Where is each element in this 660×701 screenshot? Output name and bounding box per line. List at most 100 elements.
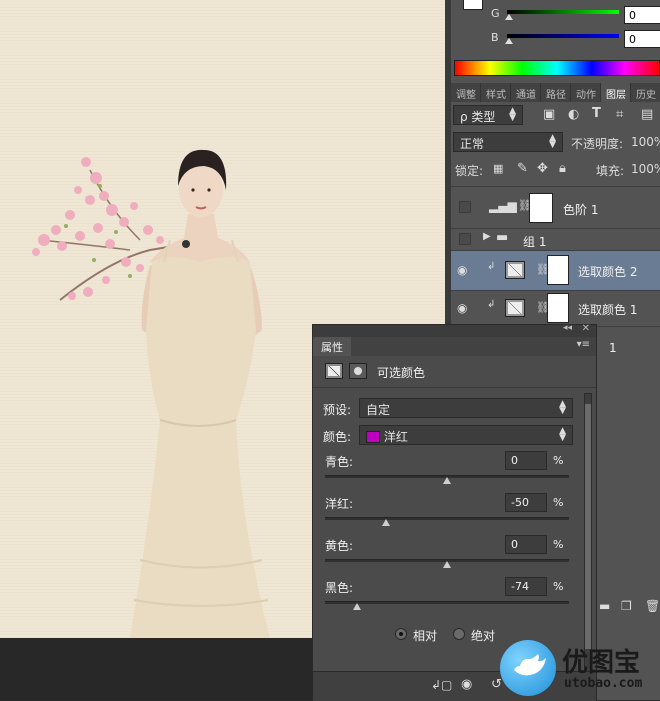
g-slider[interactable]: [507, 10, 619, 14]
percent-unit: %: [553, 454, 564, 467]
adjustment-type-icon: [325, 363, 343, 379]
dropdown-arrows-icon: ▲ ▼: [559, 399, 566, 416]
slider-label: 洋红:: [325, 497, 354, 511]
layer-filter-row: ρ 类型 ▲ ▼ ▣ ◐ T ⌗ ▤: [451, 104, 660, 128]
g-slider-thumb[interactable]: [505, 14, 513, 20]
panel-menu-icon[interactable]: ▾≡: [577, 339, 590, 350]
slider-value-input[interactable]: -50: [505, 493, 547, 512]
layer-selective-color-2[interactable]: ◉ ↲ ⛓ 选取颜色 2: [451, 250, 660, 290]
lock-label: 锁定:: [455, 164, 484, 178]
folder-icon: ▬: [496, 230, 509, 245]
eye-icon[interactable]: ◉: [457, 263, 467, 277]
lock-row: 锁定: ▦ ✎ ✥ 🔒︎ 填充: 100%: [451, 158, 660, 182]
slider-value-input[interactable]: 0: [505, 535, 547, 554]
slider-thumb[interactable]: [352, 603, 361, 610]
b-slider-thumb[interactable]: [505, 38, 513, 44]
preset-label: 预设:: [323, 403, 352, 417]
slider-track[interactable]: [325, 601, 569, 604]
eye-icon[interactable]: ◉: [457, 301, 467, 315]
slider-label: 黑色:: [325, 581, 354, 595]
layer-name[interactable]: 1: [609, 341, 617, 355]
smart-object-filter-icon[interactable]: ▤: [641, 107, 653, 122]
color-spectrum-ramp[interactable]: [454, 60, 660, 76]
tab-paths[interactable]: 路径: [541, 83, 571, 102]
visibility-toggle[interactable]: [459, 233, 471, 245]
tab-adjustments[interactable]: 调整: [451, 83, 481, 102]
preset-value: 自定: [366, 403, 391, 417]
layer-selective-color-1[interactable]: ◉ ↲ ⛓ 选取颜色 1: [451, 290, 660, 326]
slider-value-input[interactable]: 0: [505, 451, 547, 470]
clipping-arrow-icon: ↲: [487, 299, 496, 310]
clip-to-layer-icon[interactable]: ↲▢: [431, 678, 452, 692]
dropdown-arrows-icon: ▲ ▼: [549, 133, 556, 150]
preset-dropdown[interactable]: 自定 ▲ ▼: [359, 398, 573, 418]
collapse-icon[interactable]: ◂◂: [563, 323, 572, 333]
tab-channels[interactable]: 通道: [511, 83, 541, 102]
slider-thumb[interactable]: [443, 561, 451, 568]
dropdown-arrows-icon: ▲ ▼: [559, 426, 566, 443]
type-filter-icon[interactable]: T: [592, 106, 601, 121]
pixel-filter-icon[interactable]: ▣: [543, 107, 555, 122]
percent-unit: %: [553, 496, 564, 509]
new-group-icon[interactable]: ▬: [599, 599, 610, 613]
lock-transparent-icon[interactable]: ▦: [493, 162, 503, 175]
slider-label: 黄色:: [325, 539, 354, 553]
layer-name[interactable]: 选取颜色 2: [578, 263, 637, 280]
tab-properties[interactable]: 属性: [313, 337, 351, 356]
radio-absolute-label[interactable]: 绝对: [471, 627, 495, 644]
expand-arrow-icon[interactable]: ▶: [483, 231, 491, 242]
shape-filter-icon[interactable]: ⌗: [616, 107, 623, 122]
adjustment-filter-icon[interactable]: ◐: [568, 107, 579, 122]
properties-titlebar[interactable]: ◂◂ ✕: [313, 323, 596, 337]
blend-row: 正常 ▲▼ 不透明度: 100%: [451, 130, 660, 154]
slider-thumb[interactable]: [382, 519, 390, 526]
color-dropdown[interactable]: 洋红 ▲ ▼: [359, 425, 573, 445]
dropdown-arrows-icon: ▲ ▼: [509, 106, 516, 123]
blend-mode-dropdown[interactable]: 正常 ▲ ▼: [453, 132, 563, 152]
layer-name[interactable]: 色阶 1: [563, 201, 598, 218]
trash-icon[interactable]: 🗑︎: [645, 599, 660, 613]
radio-relative[interactable]: [395, 628, 407, 640]
tab-actions[interactable]: 动作: [571, 83, 601, 102]
radio-relative-label[interactable]: 相对: [413, 627, 437, 644]
filter-kind-dropdown[interactable]: ρ 类型 ▲ ▼: [453, 105, 523, 125]
opacity-value[interactable]: 100%: [631, 135, 660, 149]
levels-icon: ▂▄▆: [489, 199, 517, 213]
bird-logo-icon: [500, 640, 556, 696]
watermark: 优图宝 utobao.com: [498, 640, 658, 698]
new-layer-icon[interactable]: ❐: [621, 599, 632, 613]
lock-paint-icon[interactable]: ✎: [517, 161, 528, 176]
tab-layers[interactable]: 图层: [601, 83, 631, 102]
layer-mask-thumbnail[interactable]: [547, 293, 569, 323]
selective-color-icon: [505, 299, 525, 317]
layer-levels-1[interactable]: ▂▄▆ ⛓ 色阶 1: [451, 186, 660, 228]
scrollbar-thumb[interactable]: [585, 404, 591, 649]
radio-absolute[interactable]: [453, 628, 465, 640]
b-value-field[interactable]: 0: [624, 30, 660, 48]
fill-value[interactable]: 100%: [631, 162, 660, 176]
foreground-swatch[interactable]: [463, 0, 483, 10]
lock-position-icon[interactable]: ✥: [537, 161, 548, 176]
color-panel: G 0 B 0: [451, 0, 660, 80]
lock-all-icon[interactable]: 🔒︎: [559, 161, 566, 176]
slider-track[interactable]: [325, 517, 569, 520]
slider-value-input[interactable]: -74: [505, 577, 547, 596]
divider: [313, 387, 596, 388]
color-label: 颜色:: [323, 430, 352, 444]
layer-group-1[interactable]: ▶ ▬ 组 1: [451, 228, 660, 250]
g-value-field[interactable]: 0: [624, 6, 660, 24]
layer-name[interactable]: 组 1: [523, 233, 546, 250]
layer-name[interactable]: 选取颜色 1: [578, 301, 637, 318]
close-icon[interactable]: ✕: [582, 323, 590, 334]
clipping-arrow-icon: ↲: [487, 261, 496, 272]
tab-history[interactable]: 历史: [631, 83, 660, 102]
mask-icon[interactable]: [349, 363, 367, 379]
layer-mask-thumbnail[interactable]: [547, 255, 569, 285]
color-swatch: [366, 431, 380, 443]
view-previous-state-icon[interactable]: ◉: [461, 677, 472, 692]
b-slider[interactable]: [507, 34, 619, 38]
tab-styles[interactable]: 样式: [481, 83, 511, 102]
slider-thumb[interactable]: [443, 477, 451, 484]
visibility-toggle[interactable]: [459, 201, 471, 213]
layer-mask-thumbnail[interactable]: [529, 193, 553, 223]
